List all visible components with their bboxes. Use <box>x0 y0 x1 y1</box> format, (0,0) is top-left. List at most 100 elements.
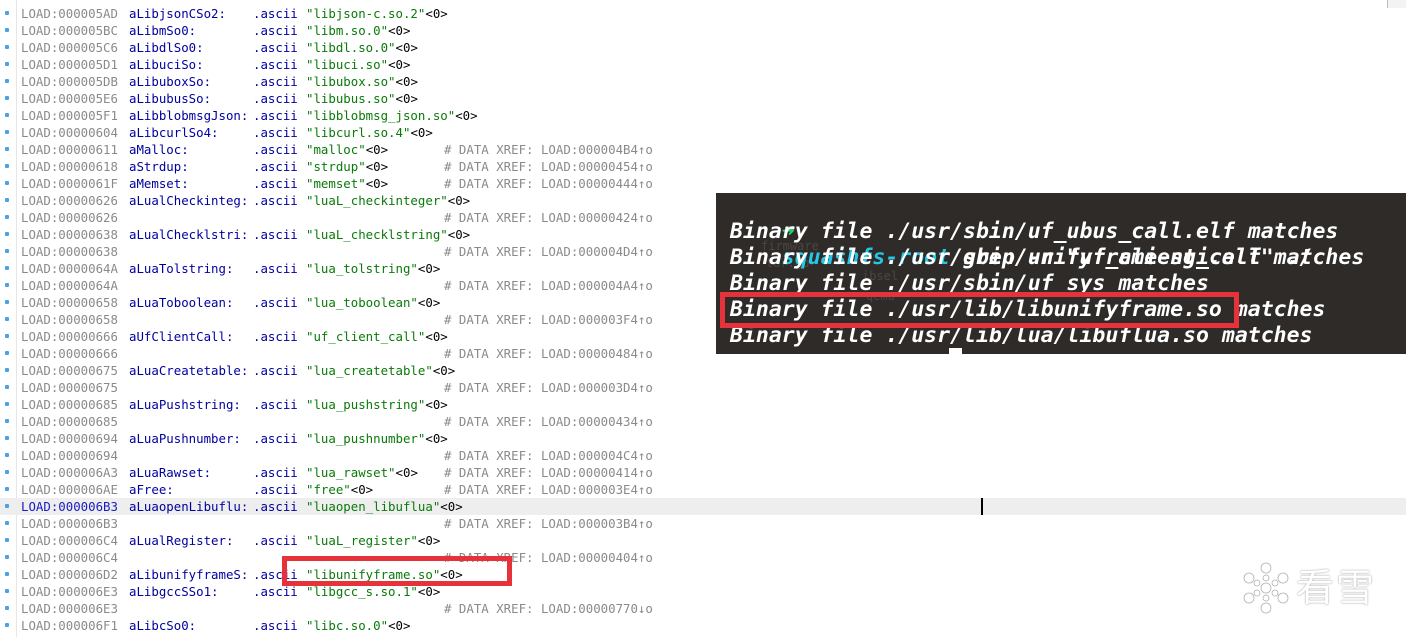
disasm-line[interactable]: LOAD:000005AD aLibjsonCSo2: .ascii "libjson… <box>0 5 1406 22</box>
disasm-line[interactable]: LOAD:00000675 aLuaCreatetable: .ascii "lua_… <box>0 362 1406 379</box>
line-xref-comment[interactable]: # DATA XREF: LOAD:00000454↑o <box>444 158 653 175</box>
disasm-line[interactable]: LOAD:00000618 aStrdup: .ascii "strdup"<0> # … <box>0 158 1406 175</box>
string-literal: "libcurl.so.4" <box>306 125 411 140</box>
string-literal: "malloc" <box>306 142 366 157</box>
line-string-value: "lua_tolstring"<0> <box>306 260 440 277</box>
line-label[interactable]: aLuaRawset: <box>129 464 211 481</box>
line-address: LOAD:00000658 <box>21 312 118 327</box>
line-label[interactable]: aLibdlSo0: <box>129 39 204 56</box>
disasm-line[interactable]: LOAD:000005DB aLibuboxSo: .ascii "libubox.s… <box>0 73 1406 90</box>
line-label[interactable]: aLibunifyframeS: <box>129 566 248 583</box>
line-label[interactable]: aLibblobmsgJson: <box>129 107 248 124</box>
line-string-value: "memset"<0> <box>306 175 388 192</box>
line-xref-comment[interactable]: # DATA XREF: LOAD:00000770↓o <box>444 600 653 617</box>
line-xref-comment[interactable]: # DATA XREF: LOAD:000004A4↑o <box>444 277 653 294</box>
line-label[interactable]: aLibubusSo: <box>129 90 211 107</box>
line-string-value: "luaopen_libuflua"<0> <box>306 498 463 515</box>
line-string-value: "libuci.so"<0> <box>306 56 410 73</box>
disasm-line[interactable]: LOAD:00000675 # DATA XREF: LOAD:000003D4↑… <box>0 379 1406 396</box>
line-label[interactable]: aMalloc: <box>129 141 189 158</box>
string-literal: "lua_rawset" <box>306 465 396 480</box>
line-label[interactable]: aLuaPushstring: <box>129 396 241 413</box>
disasm-line[interactable]: LOAD:000005E6 aLibubusSo: .ascii "libubus.s… <box>0 90 1406 107</box>
line-label[interactable]: aLuaCreatetable: <box>129 362 248 379</box>
line-xref-comment[interactable]: # DATA XREF: LOAD:00000414↑o <box>444 464 653 481</box>
line-xref-comment[interactable]: # DATA XREF: LOAD:000004C4↑o <box>444 447 653 464</box>
line-label[interactable]: aLualRegister: <box>129 532 233 549</box>
disasm-line[interactable]: LOAD:000006E3 # DATA XREF: LOAD:00000770↓… <box>0 600 1406 617</box>
disasm-line[interactable]: LOAD:00000685 aLuaPushstring: .ascii "lua_p… <box>0 396 1406 413</box>
line-directive: .ascii <box>253 91 298 106</box>
line-directive: .ascii <box>253 176 298 191</box>
disasm-line[interactable]: LOAD:000006F1 aLibcSo0: .ascii "libc.so.0"<… <box>0 617 1406 634</box>
string-terminator: <0> <box>365 176 389 191</box>
string-terminator: <0> <box>417 261 441 276</box>
line-xref-comment[interactable]: # DATA XREF: LOAD:000004D4↑o <box>444 243 653 260</box>
string-terminator: <0> <box>350 482 374 497</box>
line-label[interactable]: aLuaTolstring: <box>129 260 233 277</box>
disasm-line[interactable]: LOAD:000005BC aLibmSo0: .ascii "libm.so.0"<… <box>0 22 1406 39</box>
disasm-line[interactable]: LOAD:000006D2 aLibunifyframeS: .ascii "libu… <box>0 566 1406 583</box>
line-label[interactable]: aLibgccSSo1: <box>129 583 219 600</box>
line-xref-comment[interactable]: # DATA XREF: LOAD:000003B4↑o <box>444 515 653 532</box>
terminal-window[interactable]: firmware tar.gb ibsel qemu ➜ squashfs-ro… <box>716 193 1406 354</box>
disasm-line[interactable]: LOAD:000006B3 aLuaopenLibuflu: .ascii "luao… <box>0 498 1406 515</box>
line-label[interactable]: aLibmSo0: <box>129 22 196 39</box>
line-label[interactable]: aLibuciSo: <box>129 56 204 73</box>
line-marker-icon <box>5 436 9 440</box>
line-address: LOAD:000005BC <box>21 23 118 38</box>
disasm-line[interactable]: LOAD:00000611 aMalloc: .ascii "malloc"<0> # … <box>0 141 1406 158</box>
disasm-line[interactable]: LOAD:000005D1 aLibuciSo: .ascii "libuci.so"… <box>0 56 1406 73</box>
line-label[interactable]: aUfClientCall: <box>129 328 233 345</box>
disasm-line[interactable]: LOAD:000006AE aFree: .ascii "free"<0> # DATA… <box>0 481 1406 498</box>
line-string-value: "libcurl.so.4"<0> <box>306 124 433 141</box>
line-label[interactable]: aLuaToboolean: <box>129 294 233 311</box>
line-xref-comment[interactable]: # DATA XREF: LOAD:000003F4↑o <box>444 311 653 328</box>
line-label[interactable]: aLualChecklstri: <box>129 226 248 243</box>
line-marker-icon <box>5 45 9 49</box>
disasm-line[interactable]: LOAD:00000694 # DATA XREF: LOAD:000004C4↑… <box>0 447 1406 464</box>
line-xref-comment[interactable]: # DATA XREF: LOAD:000004B4↑o <box>444 141 653 158</box>
line-label[interactable]: aMemset: <box>129 175 189 192</box>
line-xref-comment[interactable]: # DATA XREF: LOAD:00000484↑o <box>444 345 653 362</box>
line-address: LOAD:000005AD <box>21 6 118 21</box>
line-xref-comment[interactable]: # DATA XREF: LOAD:000003D4↑o <box>444 379 653 396</box>
line-xref-comment[interactable]: # DATA XREF: LOAD:000003E4↑o <box>444 481 653 498</box>
disasm-line[interactable]: LOAD:000006A3 aLuaRawset: .ascii "lua_rawse… <box>0 464 1406 481</box>
string-terminator: <0> <box>395 40 418 55</box>
disasm-line[interactable]: LOAD:00000604 aLibcurlSo4: .ascii "libcurl.… <box>0 124 1406 141</box>
line-label[interactable]: aFree: <box>129 481 174 498</box>
line-string-value: "libjson-c.so.2"<0> <box>306 5 448 22</box>
line-xref-comment[interactable]: # DATA XREF: LOAD:00000424↑o <box>444 209 653 226</box>
string-literal: "libjson-c.so.2" <box>306 6 426 21</box>
disasm-line[interactable]: LOAD:000005F1 aLibblobmsgJson: .ascii "libb… <box>0 107 1406 124</box>
line-marker-icon <box>5 555 9 559</box>
line-label[interactable]: aLibcurlSo4: <box>129 124 219 141</box>
line-label[interactable]: aLuaPushnumber: <box>129 430 241 447</box>
line-directive: .ascii <box>253 363 298 378</box>
disasm-line[interactable]: LOAD:000006C4 # DATA XREF: LOAD:00000404↑… <box>0 549 1406 566</box>
disasm-line[interactable]: LOAD:00000685 # DATA XREF: LOAD:00000434↑… <box>0 413 1406 430</box>
line-marker-icon <box>5 470 9 474</box>
line-label[interactable]: aStrdup: <box>129 158 189 175</box>
disasm-line[interactable]: LOAD:000006B3 # DATA XREF: LOAD:000003B4↑… <box>0 515 1406 532</box>
disasm-line[interactable]: LOAD:00000694 aLuaPushnumber: .ascii "lua_p… <box>0 430 1406 447</box>
line-label[interactable]: aLualCheckinteg: <box>129 192 248 209</box>
disasm-line[interactable]: LOAD:0000061F aMemset: .ascii "memset"<0> # … <box>0 175 1406 192</box>
line-directive: .ascii <box>253 482 298 497</box>
line-marker-icon <box>5 249 9 253</box>
line-xref-comment[interactable]: # DATA XREF: LOAD:00000434↑o <box>444 413 653 430</box>
line-marker-icon <box>5 232 9 236</box>
disasm-line[interactable]: LOAD:000005C6 aLibdlSo0: .ascii "libdl.so.0… <box>0 39 1406 56</box>
line-string-value: "libc.so.0"<0> <box>306 617 410 634</box>
disasm-line[interactable]: LOAD:000006E3 aLibgccSSo1: .ascii "libgcc_s… <box>0 583 1406 600</box>
line-marker-icon <box>5 79 9 83</box>
line-label[interactable]: aLibcSo0: <box>129 617 196 634</box>
line-string-value: "luaL_checkinteger"<0> <box>306 192 470 209</box>
line-directive: .ascii <box>253 329 298 344</box>
disasm-line[interactable]: LOAD:000006C4 aLualRegister: .ascii "luaL_r… <box>0 532 1406 549</box>
line-label[interactable]: aLibjsonCSo2: <box>129 5 226 22</box>
line-label[interactable]: aLuaopenLibuflu: <box>129 498 248 515</box>
line-xref-comment[interactable]: # DATA XREF: LOAD:00000444↑o <box>444 175 653 192</box>
line-label[interactable]: aLibuboxSo: <box>129 73 211 90</box>
